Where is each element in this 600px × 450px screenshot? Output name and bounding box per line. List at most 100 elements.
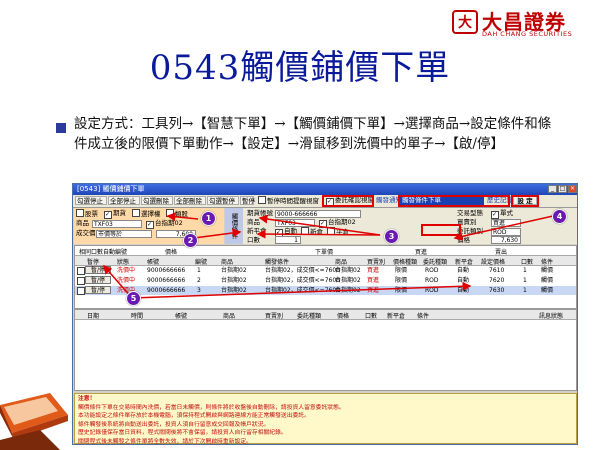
- history-header: 日期 時間 帳號 商品 買賣別 委託種類 價格 口數 新平倉 條件 訊息狀態: [75, 310, 576, 320]
- hcol-date: 日期: [87, 313, 100, 320]
- notice-line: 條件觸發後系統將自動送出委託，投資人須自行留意成交回報及帳戶狀況。: [78, 421, 270, 428]
- radio-futures[interactable]: 期貨: [104, 209, 126, 219]
- pause-checked-button[interactable]: 勾選暫停: [207, 196, 239, 205]
- product-tag-text: 台指期02: [155, 219, 183, 227]
- hcol-new-close: 新平倉: [387, 313, 406, 320]
- confirm-highlight: [322, 195, 374, 207]
- deal-mode-select[interactable]: 市價等於: [96, 230, 152, 238]
- start-stop-button[interactable]: 暫/停: [85, 286, 111, 294]
- col-set-price: 設定價格: [481, 259, 506, 266]
- col-account: 帳號: [147, 259, 160, 266]
- toolbar: 勾選停止 全部停止 勾選刪除 全部刪除 勾選暫停 暫停 暫停時間提醒視窗 委託確…: [73, 195, 577, 208]
- notice-title: 注意！: [78, 396, 96, 402]
- minimize-icon[interactable]: _: [548, 185, 557, 193]
- cell-ptype: 限價: [395, 277, 408, 284]
- trade-type-radio[interactable]: 單式: [491, 209, 513, 219]
- qty-input[interactable]: 1: [275, 236, 301, 244]
- cell-no: 1: [197, 267, 201, 274]
- cell-side: 買進: [367, 267, 380, 274]
- cell-price: 7630: [489, 287, 505, 294]
- callout-4-icon: 4: [552, 209, 567, 224]
- new-close-new[interactable]: 新倉: [301, 227, 323, 237]
- deal-price-label: 成交價: [76, 229, 96, 237]
- cell-new: 自動: [457, 287, 470, 294]
- hcol-order-type: 委託種類: [297, 313, 322, 320]
- notice-line: 本功能設定之條件單存放於本機電腦，須保持程式開啟與網路連線方能正常觸發送出委託。: [78, 413, 310, 419]
- cell-product: 台指期02: [221, 287, 247, 294]
- logo-mark-icon: 大: [452, 10, 478, 34]
- cell-status: 洗價中: [117, 267, 136, 274]
- new-close-close-label: 平倉: [336, 228, 349, 236]
- radio-sector[interactable]: 類股: [166, 209, 188, 219]
- cell-ptype: 限價: [395, 287, 408, 294]
- cell-account: 9000666666: [147, 267, 186, 274]
- radio-options-label: 選擇權: [141, 210, 161, 218]
- hcol-message: 訊息狀態: [539, 313, 564, 320]
- maximize-icon[interactable]: □: [558, 185, 567, 193]
- description-text: 設定方式：工具列→【智慧下單】→【觸價鋪價下單】→選擇商品→設定條件和條件成立後…: [74, 116, 552, 152]
- col-number: 編號: [195, 259, 208, 266]
- order-kind-select[interactable]: ROD: [491, 228, 521, 236]
- callout-1-icon: 1: [201, 211, 216, 226]
- table-row[interactable]: 暫/停 洗價中 9000666666 1 台指期02 台指期02，成交價<=7600 台指期…: [75, 266, 576, 275]
- cell-otype: ROD: [425, 267, 439, 274]
- start-stop-button[interactable]: 暫/停: [85, 276, 111, 284]
- cell-price: 7620: [489, 277, 505, 284]
- cell-product: 台指期02: [221, 267, 247, 274]
- radio-futures-label: 期貨: [113, 209, 126, 217]
- cell-product2: 台指期02: [335, 267, 361, 274]
- laptop-book-decoration-icon: [0, 393, 68, 450]
- hcol-product: 商品: [223, 313, 236, 320]
- cell-price: 7610: [489, 267, 505, 274]
- hcol-price: 價格: [337, 313, 350, 320]
- delete-checked-button[interactable]: 勾選刪除: [141, 196, 173, 205]
- order-window: [0543] 觸價鋪價下單 _ □ × 勾選停止 全部停止 勾選刪除 全部刪除 …: [72, 183, 578, 445]
- new-close-label: 新平倉: [247, 227, 267, 235]
- cond-product-input[interactable]: TXF03: [275, 219, 315, 227]
- start-stop-button[interactable]: 暫/停: [85, 266, 111, 274]
- company-logo: 大 大昌證券 DAH CHANG SECURITIES: [452, 8, 598, 38]
- select-highlight: [398, 195, 510, 207]
- close-icon[interactable]: ×: [568, 185, 577, 193]
- stop-checked-button[interactable]: 勾選停止: [75, 196, 107, 205]
- cell-product: 台指期02: [221, 277, 247, 284]
- cell-condition: 台指期02，成交價<=7600: [265, 277, 340, 284]
- cell-no: 3: [197, 287, 201, 294]
- window-titlebar: [0543] 觸價鋪價下單: [73, 184, 577, 195]
- delete-all-button[interactable]: 全部刪除: [174, 196, 206, 205]
- new-close-close[interactable]: 平倉: [327, 227, 349, 237]
- trigger-notify-link[interactable]: 觸發通知: [375, 196, 402, 205]
- stop-all-button[interactable]: 全部停止: [108, 196, 140, 205]
- account-label: 期貨帳號: [247, 209, 273, 217]
- new-close-new-label: 新倉: [310, 228, 323, 236]
- product-input[interactable]: TXF03: [92, 220, 142, 228]
- pause-button[interactable]: 暫停: [240, 196, 255, 205]
- pause-reminder-checkbox[interactable]: 暫停時間提醒視窗: [257, 196, 321, 205]
- notice-box: 注意！ 觸價條件下單在交易時間內洗價，若當日未觸價，則條件將於收盤後自動刪除，請…: [74, 393, 577, 445]
- cell-product2: 台指期02: [335, 287, 361, 294]
- side-select[interactable]: 買進: [491, 219, 521, 227]
- condition-section-label: 觸價條件: [225, 208, 243, 244]
- callout-5-icon: 5: [126, 291, 141, 306]
- row-checkbox[interactable]: [77, 277, 85, 285]
- price-input[interactable]: 7,630: [491, 236, 521, 244]
- row-checkbox[interactable]: [77, 267, 85, 275]
- radio-options[interactable]: 選擇權: [132, 209, 161, 219]
- set-highlight: [511, 195, 539, 207]
- cond-product-label: 商品: [247, 218, 260, 226]
- hcol-time: 時間: [131, 313, 144, 320]
- cell-account: 9000666666: [147, 277, 186, 284]
- callout-2-icon: 2: [183, 233, 198, 248]
- table-row[interactable]: 暫/停 洗價中 9000666666 3 台指期02 台指期02，成交價<=7600 台指期…: [75, 286, 576, 295]
- radio-stock[interactable]: 股票: [76, 209, 98, 219]
- col-cond: 條件: [541, 259, 554, 266]
- account-select[interactable]: 9000-666666: [275, 210, 361, 218]
- table-row[interactable]: 暫/停 洗價中 9000666666 2 台指期02 台指期02，成交價<=7600 台指期…: [75, 276, 576, 285]
- cell-qty: 1: [523, 267, 527, 274]
- cell-ptype: 限價: [395, 267, 408, 274]
- col-side: 買賣別: [367, 259, 386, 266]
- row-checkbox[interactable]: [77, 287, 85, 295]
- cond-product-tag-text: 台指期02: [328, 218, 356, 226]
- price-label: 價格: [457, 236, 470, 244]
- cell-otype: ROD: [425, 287, 439, 294]
